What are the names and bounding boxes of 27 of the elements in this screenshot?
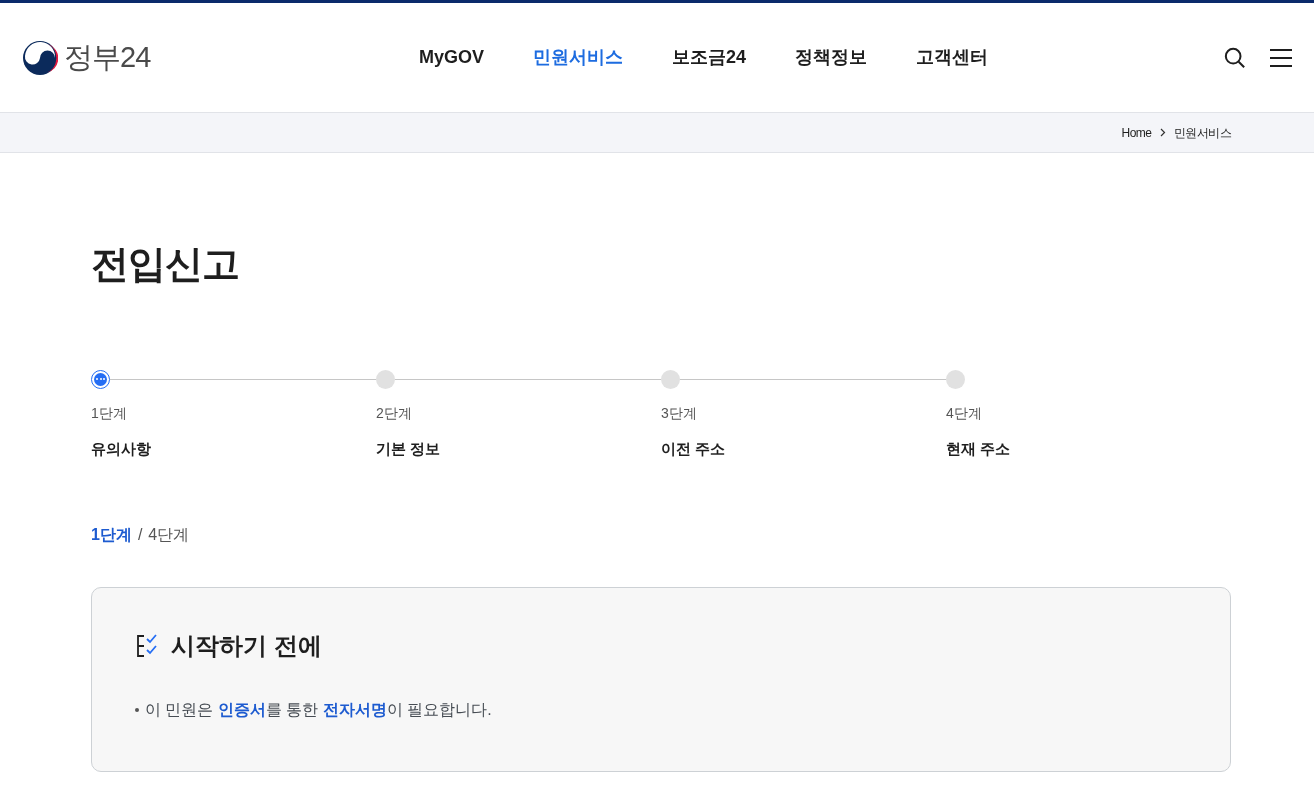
notice-title: 시작하기 전에 (171, 630, 322, 661)
nav-link[interactable]: MyGOV (419, 44, 484, 71)
breadcrumb-link[interactable]: 민원서비스 (1173, 123, 1231, 142)
current-step: 1단계 (91, 522, 132, 547)
step-label: 현재 주소 (946, 439, 1012, 459)
step-number: 4단계 (946, 404, 983, 423)
step-number: 3단계 (661, 404, 698, 423)
step-label: 이전 주소 (661, 439, 727, 459)
step-number: 1단계 (91, 404, 128, 423)
menu-icon[interactable] (1270, 47, 1292, 68)
breadcrumb-link[interactable]: Home (1121, 123, 1152, 142)
nav-link[interactable]: 보조금24 (672, 44, 747, 71)
page-title: 전입신고 (91, 242, 240, 287)
step-label: 기본 정보 (376, 439, 442, 459)
step-number: 2단계 (376, 404, 413, 423)
notice-text: 이 민원은 인증서를 통한 전자서명이 필요합니다. (145, 699, 492, 720)
emblem-logo-icon[interactable] (22, 39, 58, 76)
bullet-icon (135, 707, 139, 712)
search-icon[interactable] (1224, 46, 1246, 69)
step-separator: / (137, 524, 143, 545)
logo-text[interactable]: 정부24 (64, 35, 151, 80)
nav-link[interactable]: 고객센터 (916, 44, 989, 71)
chevron-right-icon (1159, 128, 1166, 137)
nav-link[interactable]: 민원서비스 (533, 44, 623, 71)
total-steps: 4단계 (148, 522, 190, 547)
nav-link[interactable]: 정책정보 (795, 44, 868, 71)
step-label: 유의사항 (91, 439, 152, 459)
